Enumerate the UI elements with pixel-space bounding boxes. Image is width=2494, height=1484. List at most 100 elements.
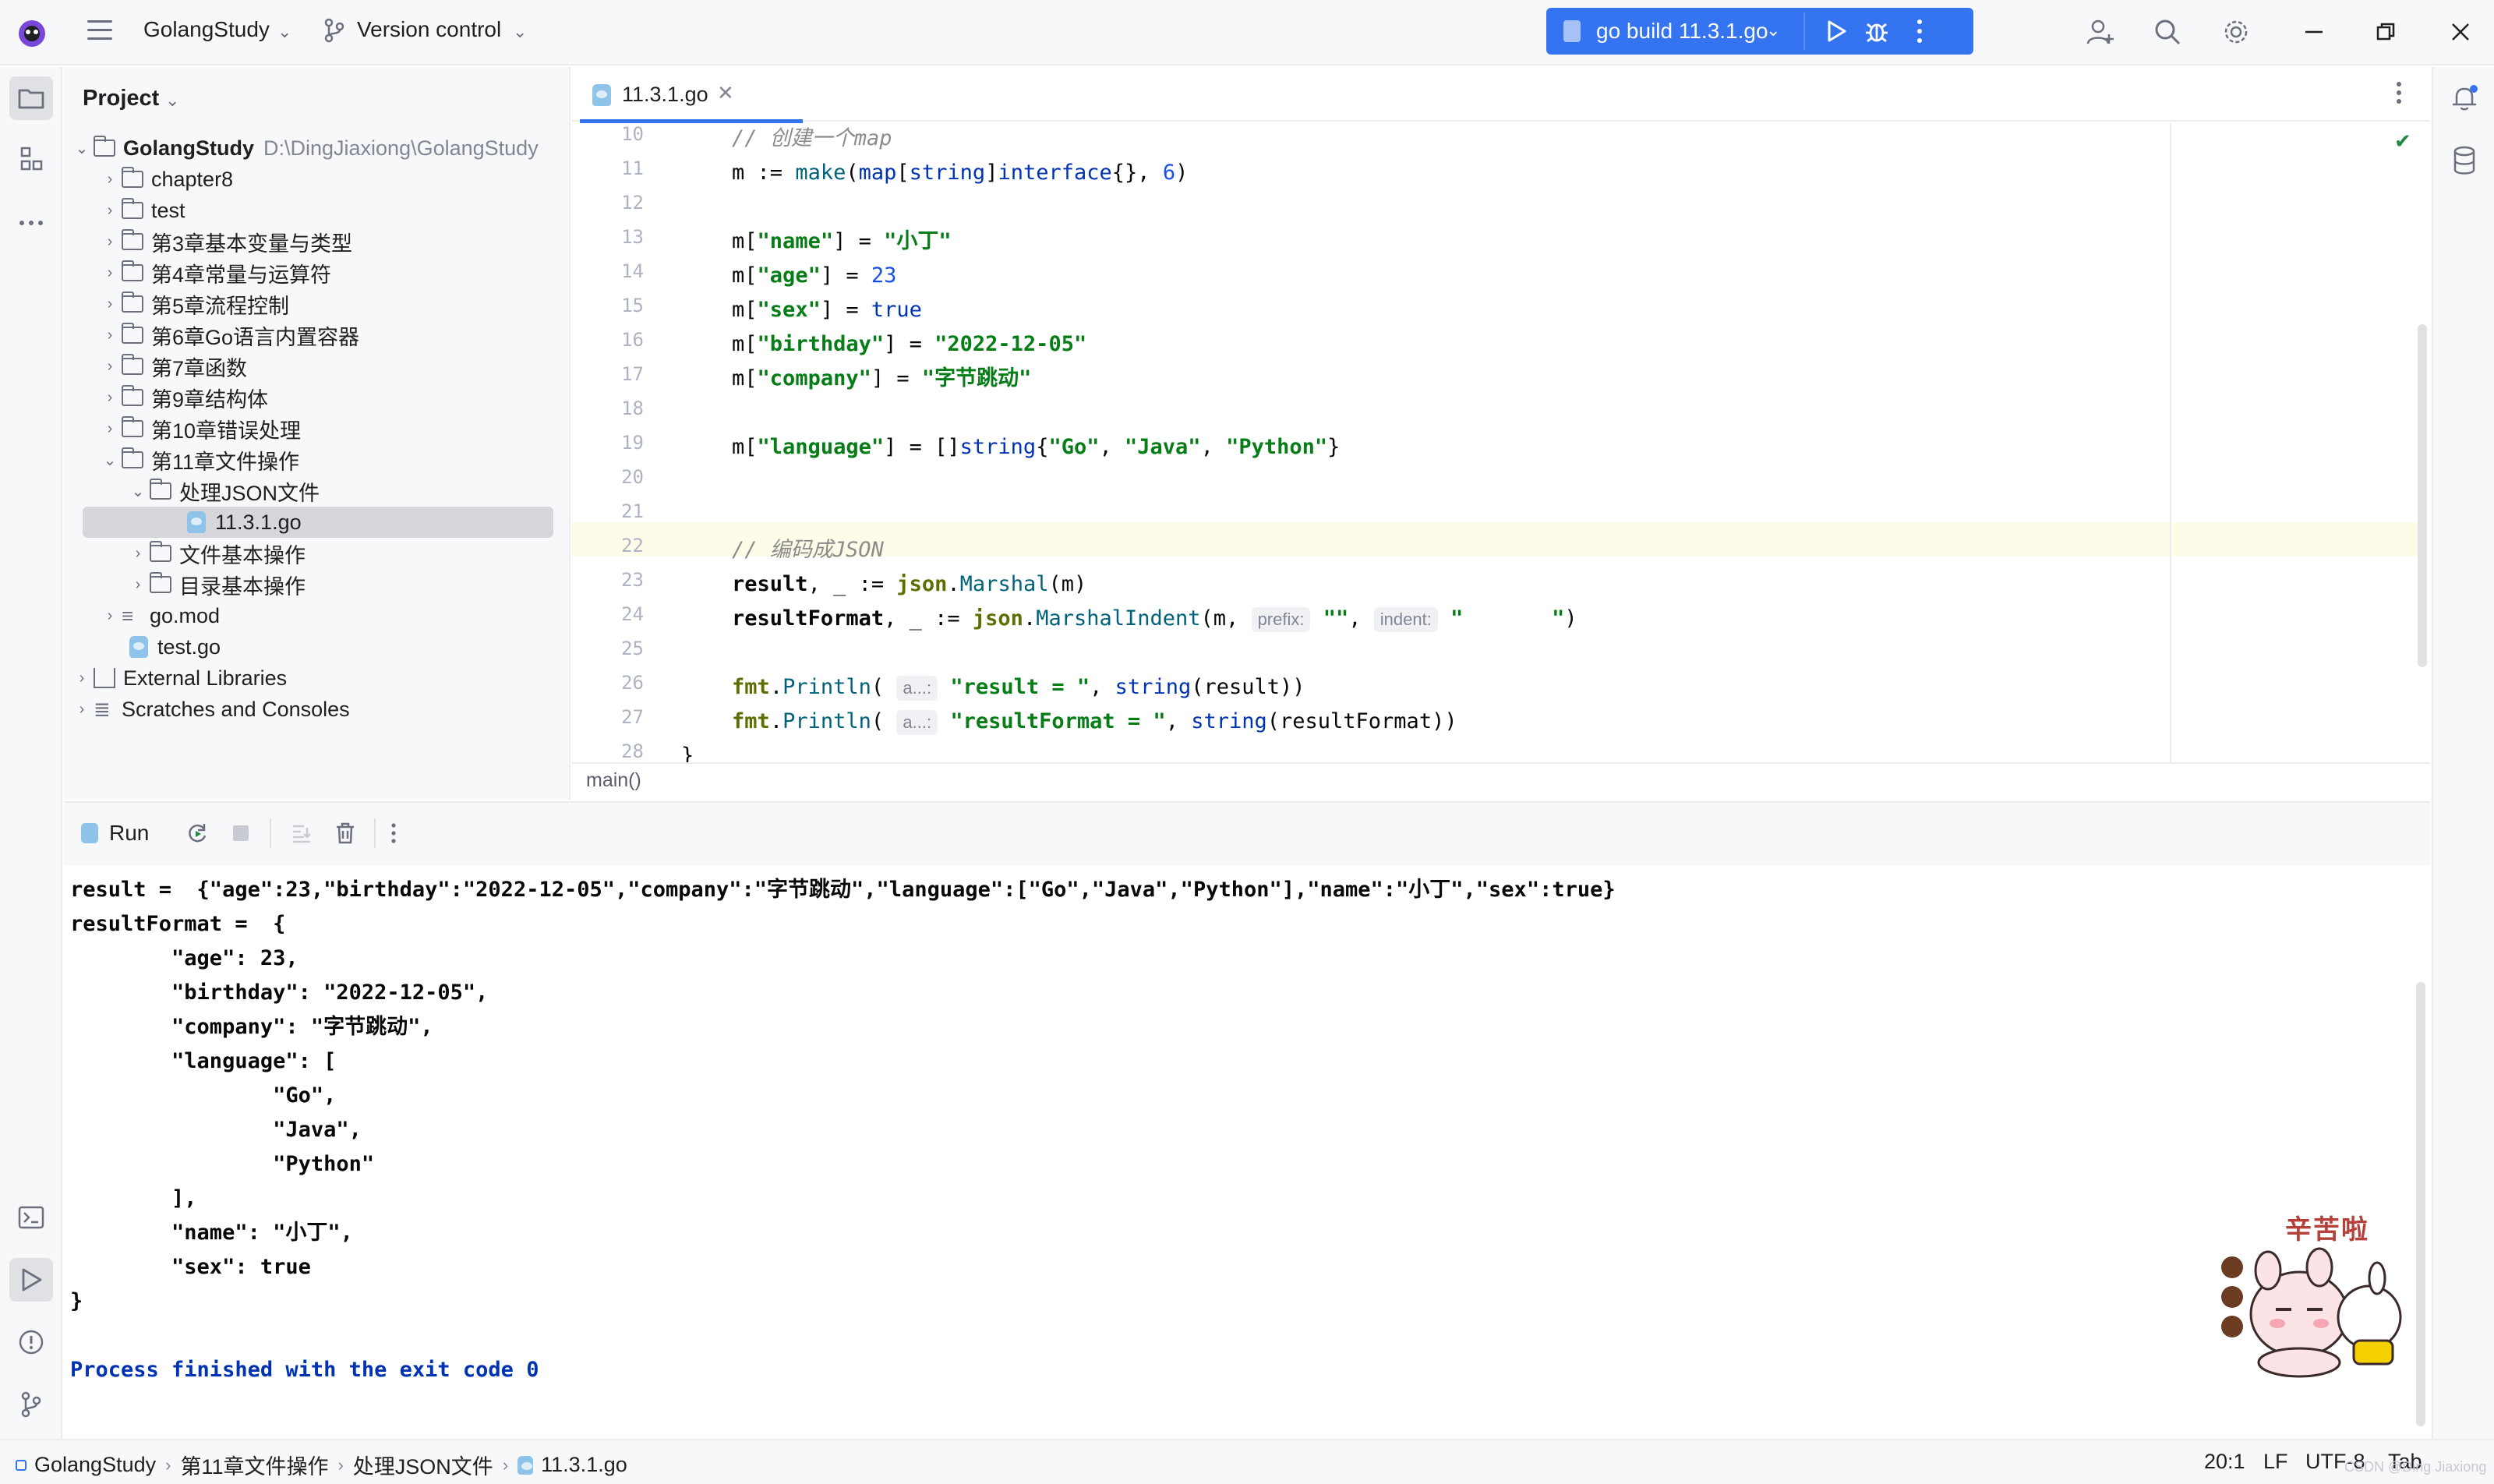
- chevron-right-icon[interactable]: ›: [98, 202, 122, 220]
- chevron-down-icon[interactable]: ⌄: [277, 22, 291, 42]
- tree-item[interactable]: › 第6章Go语言内置容器: [98, 320, 359, 351]
- chevron-right-icon[interactable]: ›: [126, 576, 150, 594]
- more-vertical-icon[interactable]: [390, 822, 397, 845]
- close-icon[interactable]: [2449, 20, 2472, 44]
- tree-item[interactable]: › 第5章流程控制: [98, 288, 289, 320]
- tree-item[interactable]: › ≡ go.mod: [98, 600, 220, 631]
- chevron-down-icon[interactable]: ⌄: [513, 22, 527, 42]
- chevron-down-icon[interactable]: ⌄: [70, 139, 94, 158]
- run-configuration-widget[interactable]: go build 11.3.1.go ⌄: [1546, 8, 1973, 55]
- tree-root[interactable]: ⌄ GolangStudy D:\DingJiaxiong\GolangStud…: [70, 132, 539, 164]
- chevron-right-icon[interactable]: ›: [98, 264, 122, 282]
- chevron-right-icon[interactable]: ›: [70, 670, 94, 687]
- tree-item[interactable]: › 第9章结构体: [98, 382, 268, 413]
- no-problems-check-icon[interactable]: ✔: [2394, 129, 2411, 154]
- chevron-right-icon[interactable]: ›: [98, 420, 122, 438]
- chevron-right-icon[interactable]: ›: [98, 358, 122, 376]
- chevron-right-icon[interactable]: ›: [98, 233, 122, 251]
- tree-item[interactable]: › ≣ Scratches and Consoles: [70, 694, 350, 725]
- console-line: "Go",: [70, 1083, 337, 1108]
- run-icon[interactable]: [1824, 19, 1849, 44]
- main-menu-icon[interactable]: [87, 20, 112, 42]
- console-line: "language": [: [70, 1049, 337, 1073]
- code-line: m["age"] = 23: [681, 263, 897, 288]
- tree-item[interactable]: › 目录基本操作: [126, 569, 306, 600]
- problems-tool-button[interactable]: [9, 1320, 53, 1364]
- chevron-down-icon[interactable]: ⌄: [1766, 20, 1780, 41]
- tree-item[interactable]: › 第3章基本变量与类型: [98, 226, 352, 257]
- tree-item[interactable]: › 文件基本操作: [126, 538, 306, 569]
- version-control-dropdown[interactable]: Version control: [357, 17, 501, 42]
- more-vertical-icon[interactable]: [2396, 81, 2402, 104]
- terminal-tool-button[interactable]: [9, 1196, 53, 1239]
- minimize-icon[interactable]: [2302, 20, 2326, 44]
- run-tool-button[interactable]: [9, 1258, 53, 1302]
- trash-icon[interactable]: [334, 822, 357, 845]
- tree-item[interactable]: › 第4章常量与运算符: [98, 257, 331, 288]
- restore-icon[interactable]: [2374, 20, 2397, 44]
- project-tool-button[interactable]: [9, 76, 53, 120]
- tree-item[interactable]: ⌄ 处理JSON文件: [126, 475, 320, 507]
- chevron-down-icon[interactable]: ⌄: [98, 450, 122, 470]
- add-user-icon[interactable]: [2086, 17, 2115, 47]
- chevron-right-icon[interactable]: ›: [98, 327, 122, 344]
- run-config-label[interactable]: go build 11.3.1.go: [1596, 19, 1768, 44]
- chevron-down-icon[interactable]: ⌄: [126, 482, 150, 501]
- tree-item[interactable]: › chapter8: [98, 164, 233, 195]
- param-hint-a: a...:: [896, 675, 938, 701]
- scroll-to-end-icon[interactable]: [290, 822, 313, 845]
- chevron-right-icon[interactable]: ›: [98, 607, 122, 625]
- console-output[interactable]: result = {"age":23,"birthday":"2022-12-0…: [64, 865, 2418, 1439]
- code-line: result, _ := json.Marshal(m): [732, 572, 1087, 596]
- breadcrumb-item[interactable]: 第11章文件操作: [180, 1450, 328, 1480]
- chevron-right-icon[interactable]: ›: [70, 701, 94, 719]
- chevron-right-icon: ›: [337, 1454, 344, 1475]
- editor-tab[interactable]: 11.3.1.go ✕: [580, 67, 803, 123]
- close-tab-icon[interactable]: ✕: [717, 81, 734, 105]
- folder-icon: [121, 229, 143, 250]
- breadcrumb-item[interactable]: GolangStudy: [34, 1453, 156, 1477]
- cursor-position[interactable]: 20:1: [2204, 1450, 2245, 1474]
- folder-icon: [121, 292, 143, 313]
- run-tab[interactable]: Run: [81, 817, 149, 850]
- chevron-right-icon[interactable]: ›: [98, 389, 122, 407]
- tree-item[interactable]: › 第7章函数: [98, 351, 247, 382]
- go-file-icon: [518, 1455, 534, 1475]
- tree-item[interactable]: › test: [98, 195, 185, 226]
- breadcrumb-item[interactable]: 11.3.1.go: [541, 1453, 627, 1477]
- code-line: m["language"] = []string{"Go", "Java", "…: [681, 435, 1341, 459]
- more-icon: [19, 221, 43, 225]
- editor-breadcrumb[interactable]: main(): [572, 762, 2430, 798]
- rerun-icon[interactable]: [185, 822, 209, 845]
- chevron-down-icon[interactable]: ⌄: [165, 90, 179, 111]
- chevron-right-icon[interactable]: ›: [98, 171, 122, 189]
- project-name-dropdown[interactable]: GolangStudy: [143, 17, 270, 42]
- project-panel-title[interactable]: Project: [83, 86, 159, 111]
- tree-item-label: chapter8: [151, 167, 234, 191]
- breadcrumb-item[interactable]: 处理JSON文件: [353, 1450, 493, 1480]
- tree-item[interactable]: ⌄ 第11章文件操作: [98, 444, 299, 475]
- stop-icon[interactable]: [229, 822, 253, 845]
- more-tools-button[interactable]: [9, 201, 53, 245]
- gear-icon[interactable]: [2221, 17, 2251, 47]
- editor-scrollbar[interactable]: [2418, 324, 2427, 667]
- tree-item-selected[interactable]: 11.3.1.go: [83, 507, 553, 538]
- branch-icon[interactable]: [323, 17, 346, 44]
- code-area[interactable]: // 创建一个map m := make(map[string]interfac…: [681, 123, 2419, 762]
- structure-tool-button[interactable]: [9, 137, 53, 181]
- notifications-icon[interactable]: [2449, 83, 2480, 114]
- code-line: }: [681, 744, 694, 762]
- tree-item-label: test.go: [157, 634, 221, 659]
- chevron-right-icon[interactable]: ›: [126, 545, 150, 563]
- chevron-right-icon[interactable]: ›: [98, 295, 122, 313]
- tree-item[interactable]: test.go: [129, 631, 221, 662]
- git-tool-button[interactable]: [9, 1383, 53, 1426]
- line-separator[interactable]: LF: [2263, 1450, 2288, 1474]
- tree-item[interactable]: › 第10章错误处理: [98, 413, 301, 444]
- more-vertical-icon[interactable]: [1916, 17, 1923, 45]
- tree-item[interactable]: › External Libraries: [70, 662, 287, 694]
- database-icon[interactable]: [2450, 145, 2478, 176]
- goland-logo-icon[interactable]: [17, 19, 47, 48]
- search-icon[interactable]: [2153, 17, 2182, 47]
- debug-icon[interactable]: [1863, 17, 1891, 45]
